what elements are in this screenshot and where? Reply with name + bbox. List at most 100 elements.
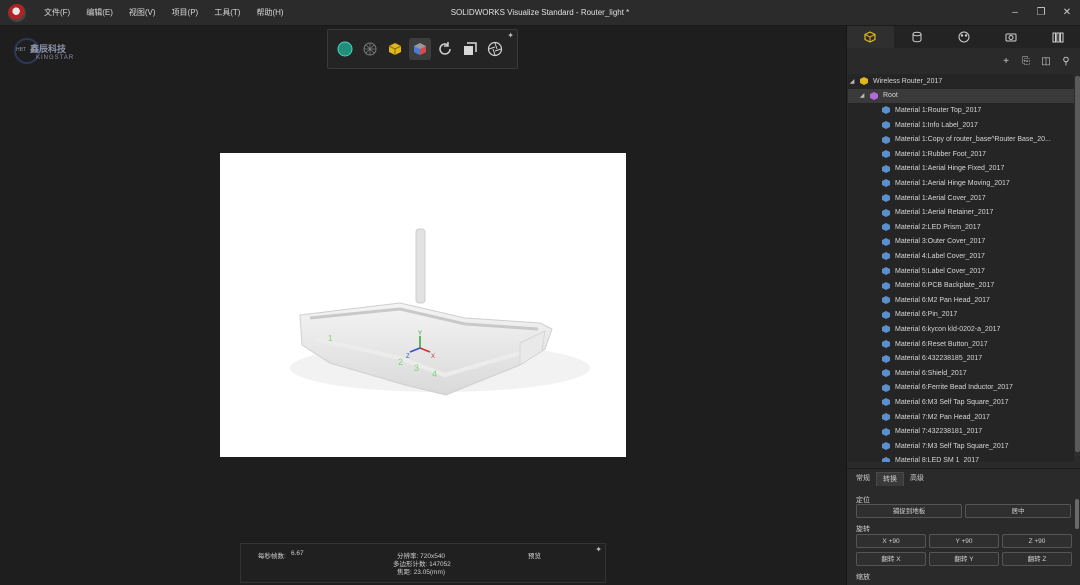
restore-button[interactable]: ❐ (1028, 0, 1054, 26)
menu-tools[interactable]: 工具(T) (206, 0, 248, 26)
menu-file[interactable]: 文件(F) (36, 0, 78, 26)
tab-appearances[interactable] (894, 26, 941, 48)
cylinder-icon (912, 31, 922, 43)
rotate-y-button[interactable]: Y +90 (929, 534, 999, 548)
camera-button[interactable] (484, 38, 506, 60)
material-cube-icon (882, 354, 890, 363)
close-button[interactable]: ✕ (1054, 0, 1080, 26)
tree-material-row[interactable]: Material 6:Pin_2017 (848, 308, 1074, 323)
rotate-x-button[interactable]: X +90 (856, 534, 926, 548)
tree-material-row[interactable]: Material 6:kycon kld-0202-a_2017 (848, 322, 1074, 337)
part-mode-button[interactable] (409, 38, 431, 60)
tree-material-row[interactable]: Material 6:432238185_2017 (848, 351, 1074, 366)
tree-material-label: Material 6:M3 Self Tap Square_2017 (895, 398, 1009, 406)
tree-material-label: Material 6:Reset Button_2017 (895, 340, 988, 348)
tree-material-row[interactable]: Material 1:Aerial Retainer_2017 (848, 205, 1074, 220)
tab-general[interactable]: 常规 (850, 472, 876, 486)
minimize-button[interactable]: – (1002, 0, 1028, 26)
tree-material-row[interactable]: Material 3:Outer Cover_2017 (848, 235, 1074, 250)
material-cube-icon (882, 208, 890, 217)
pin-icon[interactable]: ✦ (507, 31, 514, 40)
menu-help[interactable]: 帮助(H) (248, 0, 291, 26)
tab-libraries[interactable] (1034, 26, 1080, 48)
viewport[interactable]: HBT 鑫辰科技 KINGSTAR ✦ 1 2 3 4 Y X Z 每秒帧数: … (0, 26, 846, 585)
tree-material-row[interactable]: Material 7:M3 Self Tap Square_2017 (848, 439, 1074, 454)
rotate-icon (439, 42, 451, 55)
material-cube-icon (882, 398, 890, 407)
tree-material-row[interactable]: Material 6:Ferrite Bead Inductor_2017 (848, 381, 1074, 396)
tree-scrollbar[interactable] (1075, 76, 1080, 456)
tree-material-row[interactable]: Material 1:Router Top_2017 (848, 103, 1074, 118)
tree-material-label: Material 6:432238185_2017 (895, 355, 983, 363)
tree-material-row[interactable]: Material 7:432238181_2017 (848, 424, 1074, 439)
model-cube-icon (860, 77, 868, 86)
tab-transform[interactable]: 转换 (876, 472, 904, 486)
focal-text: 焦距: 23.05(mm) (397, 569, 446, 576)
cube-icon (864, 31, 876, 43)
material-cube-icon (882, 442, 890, 451)
collapse-icon[interactable]: ◢ (858, 92, 866, 99)
tab-cameras[interactable] (987, 26, 1034, 48)
material-cube-icon (882, 106, 890, 115)
tab-advanced[interactable]: 高级 (904, 472, 930, 486)
app-logo-icon[interactable] (8, 4, 26, 22)
tree-material-label: Material 6:Pin_2017 (895, 311, 958, 319)
tree-root-row[interactable]: ◢ Wireless Router_2017 (848, 74, 1074, 89)
snap-to-floor-button[interactable]: 捕捉到地板 (856, 504, 962, 518)
material-cube-icon (882, 296, 890, 305)
tree-material-row[interactable]: Material 1:Aerial Hinge Fixed_2017 (848, 162, 1074, 177)
material-cube-icon (882, 223, 890, 232)
tree-material-row[interactable]: Material 1:Aerial Hinge Moving_2017 (848, 176, 1074, 191)
rotate-z-button[interactable]: Z +90 (1002, 534, 1072, 548)
wire-mode-button[interactable] (359, 38, 381, 60)
render-canvas[interactable]: 1 2 3 4 Y X Z (220, 153, 626, 457)
tree-material-row[interactable]: Material 1:Copy of router_base^Router Ba… (848, 132, 1074, 147)
collapse-icon[interactable]: ◢ (848, 78, 856, 85)
stats-pin-icon[interactable]: ✦ (595, 545, 602, 554)
tree-material-row[interactable]: Material 4:Label Cover_2017 (848, 249, 1074, 264)
tree-material-row[interactable]: Material 6:Shield_2017 (848, 366, 1074, 381)
model-tree[interactable]: ◢ Wireless Router_2017 ◢ Root Material 1… (848, 74, 1074, 462)
properties-scrollbar[interactable] (1075, 499, 1079, 529)
menu-view[interactable]: 视图(V) (121, 0, 164, 26)
tree-material-row[interactable]: Material 8:LED SM 1_2017 (848, 454, 1074, 462)
flip-x-button[interactable]: 翻转 X (856, 552, 926, 566)
object-mode-button[interactable] (384, 38, 406, 60)
fps-label: 每秒帧数: (258, 553, 286, 560)
scale-button[interactable] (459, 38, 481, 60)
menu-project[interactable]: 项目(P) (164, 0, 207, 26)
tree-material-row[interactable]: Material 1:Aerial Cover_2017 (848, 191, 1074, 206)
tree-material-row[interactable]: Material 6:Reset Button_2017 (848, 337, 1074, 352)
tree-material-row[interactable]: Material 6:M3 Self Tap Square_2017 (848, 395, 1074, 410)
tree-material-label: Material 1:Copy of router_base^Router Ba… (895, 136, 1051, 144)
tree-material-row[interactable]: Material 1:Info Label_2017 (848, 118, 1074, 133)
cube-select-icon (388, 43, 402, 55)
render-mode-button[interactable] (334, 38, 356, 60)
center-button[interactable]: 居中 (965, 504, 1071, 518)
tree-root-label: Wireless Router_2017 (873, 77, 943, 85)
tree-material-row[interactable]: Material 5:Label Cover_2017 (848, 264, 1074, 279)
scale-section-label: 缩放 (856, 574, 870, 581)
tree-material-row[interactable]: Material 6:M2 Pan Head_2017 (848, 293, 1074, 308)
tree-material-row[interactable]: Material 1:Rubber Foot_2017 (848, 147, 1074, 162)
tree-group-row[interactable]: ◢ Root (848, 88, 1074, 104)
tab-scenes[interactable] (941, 26, 988, 48)
layout-icon[interactable]: ◫ (1038, 53, 1054, 69)
rotate-button[interactable] (434, 38, 456, 60)
tab-models[interactable] (847, 26, 894, 48)
tree-material-label: Material 2:LED Prism_2017 (895, 223, 981, 231)
tree-material-row[interactable]: Material 6:PCB Backplate_2017 (848, 278, 1074, 293)
wireframe-icon (363, 42, 377, 56)
antenna (415, 228, 426, 304)
search-icon[interactable]: ⚲ (1058, 53, 1074, 69)
menu-edit[interactable]: 编辑(E) (78, 0, 121, 26)
add-icon[interactable]: + (998, 53, 1014, 69)
tree-material-label: Material 6:PCB Backplate_2017 (895, 282, 995, 290)
tree-scroll-thumb[interactable] (1075, 76, 1080, 452)
menu-bar: 文件(F) 编辑(E) 视图(V) 项目(P) 工具(T) 帮助(H) (36, 0, 292, 26)
flip-z-button[interactable]: 翻转 Z (1002, 552, 1072, 566)
flip-y-button[interactable]: 翻转 Y (929, 552, 999, 566)
tree-material-row[interactable]: Material 2:LED Prism_2017 (848, 220, 1074, 235)
tree-material-row[interactable]: Material 7:M2 Pan Head_2017 (848, 410, 1074, 425)
import-icon[interactable]: ⎘ (1018, 53, 1034, 69)
